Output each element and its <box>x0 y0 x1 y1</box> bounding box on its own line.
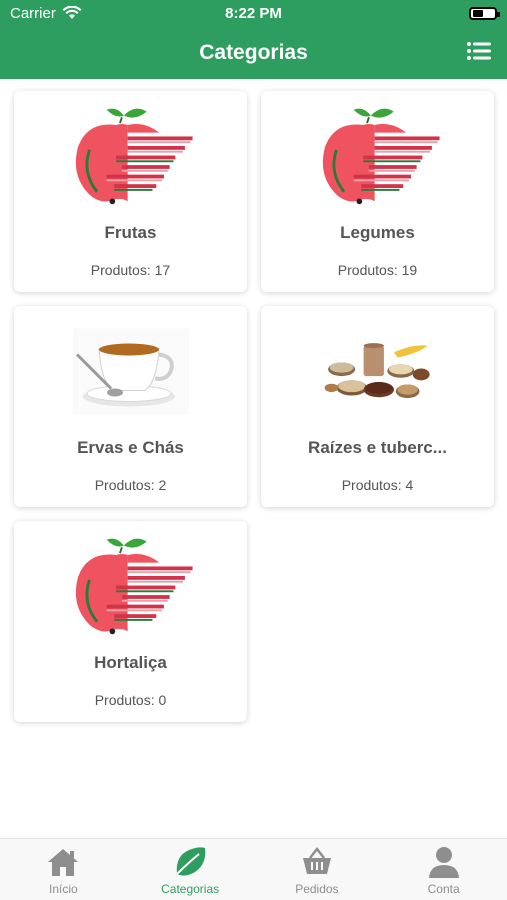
tab-inicio[interactable]: Início <box>0 839 127 900</box>
category-card[interactable]: Hortaliça Produtos: 0 <box>14 521 247 722</box>
category-card[interactable]: Ervas e Chás Produtos: 2 <box>14 306 247 507</box>
battery-icon <box>469 6 500 20</box>
category-name: Legumes <box>340 223 415 242</box>
category-product-count: Produtos: 0 <box>14 692 247 708</box>
status-bar: Carrier 8:22 PM <box>0 0 507 26</box>
category-name: Hortaliça <box>94 653 167 672</box>
categories-grid: Frutas Produtos: 17 Legumes Produtos: 19… <box>0 79 507 838</box>
grains-bowls-image <box>323 336 433 406</box>
header: Categorias <box>0 26 507 79</box>
count-label: Produtos: <box>94 477 155 493</box>
category-product-count: Produtos: 19 <box>261 262 494 278</box>
category-image <box>14 306 247 436</box>
category-image <box>14 91 247 221</box>
category-card[interactable]: Raízes e tuberc... Produtos: 4 <box>261 306 494 507</box>
count-label: Produtos: <box>341 477 402 493</box>
count-value: 2 <box>158 477 167 493</box>
page-title: Categorias <box>199 40 308 64</box>
count-value: 4 <box>405 477 414 493</box>
category-name: Raízes e tuberc... <box>308 438 447 457</box>
category-product-count: Produtos: 4 <box>261 477 494 493</box>
wifi-icon <box>62 6 82 19</box>
count-value: 17 <box>154 262 171 278</box>
tab-pedidos[interactable]: Pedidos <box>254 839 381 900</box>
leaf-icon <box>173 845 207 879</box>
count-label: Produtos: <box>90 262 151 278</box>
category-product-count: Produtos: 2 <box>14 477 247 493</box>
count-label: Produtos: <box>337 262 398 278</box>
category-name: Ervas e Chás <box>77 438 184 457</box>
category-image <box>14 521 247 651</box>
tab-conta[interactable]: Conta <box>380 839 507 900</box>
tab-label: Categorias <box>161 882 220 896</box>
tab-label: Conta <box>427 882 460 896</box>
apple-logo-image <box>68 534 193 639</box>
count-value: 19 <box>401 262 418 278</box>
tab-categorias[interactable]: Categorias <box>127 839 254 900</box>
category-product-count: Produtos: 17 <box>14 262 247 278</box>
category-image <box>261 306 494 436</box>
category-card[interactable]: Frutas Produtos: 17 <box>14 91 247 292</box>
user-icon <box>427 845 461 879</box>
category-card[interactable]: Legumes Produtos: 19 <box>261 91 494 292</box>
home-icon <box>46 845 80 879</box>
tab-bar: Início Categorias Pedidos Conta <box>0 838 507 900</box>
basket-icon <box>300 845 334 879</box>
count-value: 0 <box>158 692 167 708</box>
tab-label: Início <box>49 882 78 896</box>
tea-cup-image <box>71 324 191 419</box>
category-image <box>261 91 494 221</box>
apple-logo-image <box>68 104 193 209</box>
apple-logo-image <box>315 104 440 209</box>
category-name: Frutas <box>104 223 157 242</box>
count-label: Produtos: <box>94 692 155 708</box>
list-icon[interactable] <box>467 41 491 61</box>
tab-label: Pedidos <box>295 882 339 896</box>
carrier-label: Carrier <box>10 4 56 22</box>
status-left: Carrier <box>10 5 82 22</box>
